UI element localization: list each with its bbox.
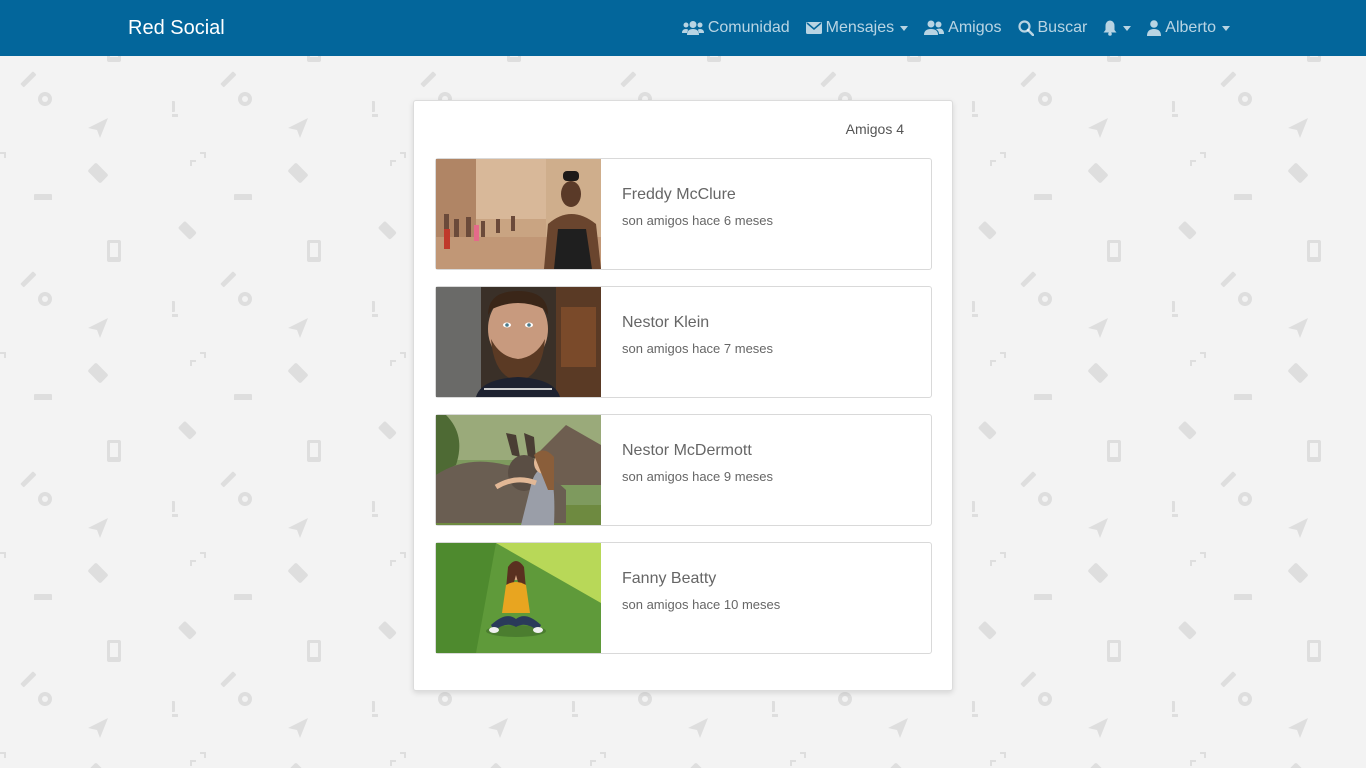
friend-since: son amigos hace 9 meses [622, 469, 774, 484]
nav-comunidad[interactable]: Comunidad [681, 19, 790, 37]
nav-buscar[interactable]: Buscar [1017, 19, 1088, 37]
nav-comunidad-label: Comunidad [707, 19, 790, 36]
friend-since: son amigos hace 7 meses [622, 341, 774, 356]
chevron-down-icon [1222, 25, 1230, 31]
chevron-down-icon [1123, 25, 1132, 31]
friend-item[interactable]: Fanny Beatty son amigos hace 10 meses [435, 542, 932, 654]
friend-item[interactable]: Nestor McDermott son amigos hace 9 meses [435, 414, 932, 526]
brand-link[interactable]: Red Social [128, 16, 225, 40]
friend-info: Nestor Klein son amigos hace 7 meses [601, 287, 773, 397]
friend-photo[interactable] [436, 159, 601, 269]
friend-photo[interactable] [436, 415, 601, 525]
friend-name[interactable]: Fanny Beatty [622, 569, 780, 589]
nav-menu: Comunidad Mensajes Amigos Buscar Alberto [666, 0, 1230, 56]
nav-buscar-label: Buscar [1037, 19, 1088, 36]
nav-notifications[interactable] [1103, 20, 1132, 36]
friends-card: Amigos 4 Freddy McClure son amigos hace … [413, 100, 953, 691]
nav-user-menu[interactable]: Alberto [1147, 19, 1230, 37]
friend-info: Freddy McClure son amigos hace 6 meses [601, 159, 773, 269]
nav-user-label: Alberto [1165, 19, 1216, 36]
nav-mensajes[interactable]: Mensajes [805, 19, 909, 37]
friend-photo[interactable] [436, 287, 601, 397]
friend-name[interactable]: Nestor McDermott [622, 441, 773, 461]
nav-amigos[interactable]: Amigos [924, 19, 1002, 37]
chevron-down-icon [900, 25, 909, 31]
nav-mensajes-label: Mensajes [825, 19, 895, 36]
friend-item[interactable]: Nestor Klein son amigos hace 7 meses [435, 286, 932, 398]
friend-name[interactable]: Nestor Klein [622, 313, 773, 333]
friend-info: Nestor McDermott son amigos hace 9 meses [601, 415, 773, 525]
friends-count: Amigos 4 [845, 121, 904, 137]
friend-name[interactable]: Freddy McClure [622, 185, 773, 205]
envelope-icon [805, 22, 822, 34]
nav-amigos-label: Amigos [948, 19, 1002, 36]
bell-icon [1103, 20, 1117, 36]
search-icon [1017, 20, 1034, 36]
user-friends-icon [924, 20, 945, 35]
friend-item[interactable]: Freddy McClure son amigos hace 6 meses [435, 158, 932, 270]
friend-since: son amigos hace 6 meses [622, 213, 774, 228]
friend-photo[interactable] [436, 543, 601, 653]
friend-info: Fanny Beatty son amigos hace 10 meses [601, 543, 780, 653]
friend-since: son amigos hace 10 meses [622, 597, 781, 612]
top-navbar: Red Social Comunidad Mensajes Amigos Bus… [0, 0, 1366, 56]
users-icon [681, 21, 704, 35]
user-icon [1147, 20, 1162, 36]
